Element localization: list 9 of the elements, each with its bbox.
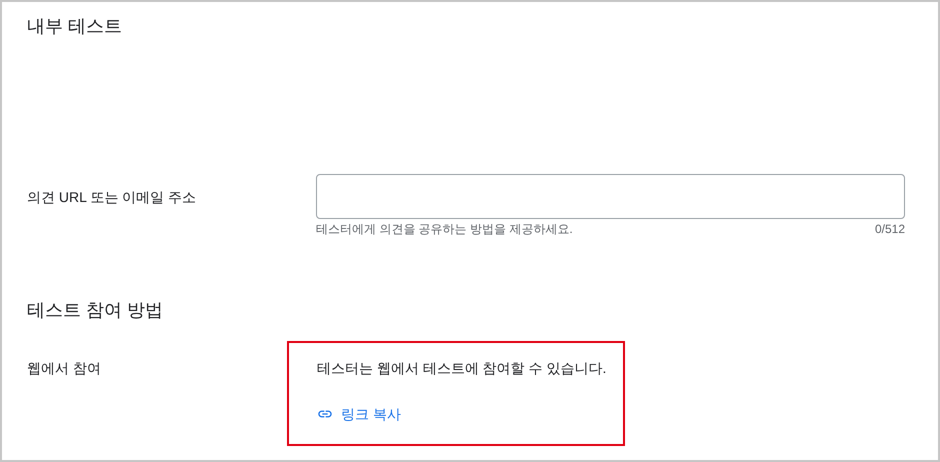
copy-link[interactable]: 링크 복사 xyxy=(317,404,401,424)
character-counter: 0/512 xyxy=(874,221,905,237)
row-label: 웹에서 참여 xyxy=(27,360,101,376)
description-text: 테스터는 웹에서 테스트에 참여할 수 있습니다. xyxy=(317,359,606,378)
helper-text: 테스터에게 의견을 공유하는 방법을 제공하세요. xyxy=(316,221,573,237)
field-label: 의견 URL 또는 이메일 주소 xyxy=(27,189,196,205)
section-title: 테스트 참여 방법 xyxy=(27,299,164,322)
page-title: 내부 테스트 xyxy=(27,15,122,38)
input-field[interactable] xyxy=(316,174,905,219)
